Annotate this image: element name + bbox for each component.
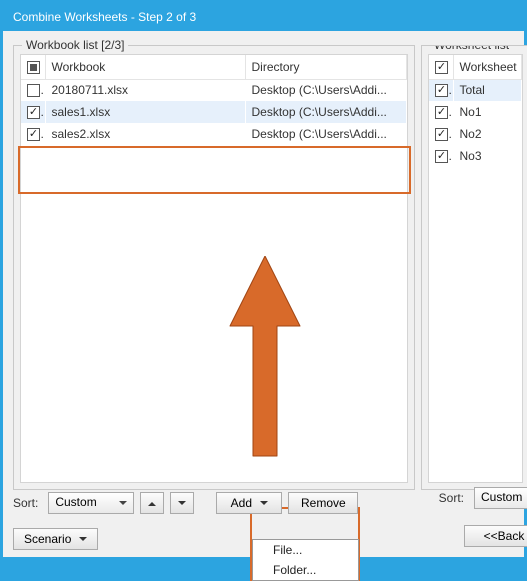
row-checkbox[interactable] [435,106,448,119]
sort-down-button[interactable] [170,492,194,514]
table-row[interactable]: sales1.xlsxDesktop (C:\Users\Addi... [21,101,407,123]
add-menu-folder[interactable]: Folder... [253,560,358,580]
window-title: Combine Worksheets - Step 2 of 3 [13,10,196,24]
workbook-dir-cell: Desktop (C:\Users\Addi... [245,123,407,145]
table-row[interactable]: No2 [429,123,522,145]
worksheet-sort-controls: Sort: Custom [439,487,527,509]
add-menu-file[interactable]: File... [253,540,358,560]
workbook-header-checkbox-cell[interactable] [21,55,45,79]
client-area: Workbook list [2/3] Workbook Directory 2… [3,31,524,557]
sort-select-value: Custom [55,495,96,509]
remove-button-label: Remove [301,496,346,510]
remove-button[interactable]: Remove [288,492,358,514]
worksheet-header-checkbox-cell[interactable] [429,55,453,79]
worksheet-list-group: Worksheet list [4/4 Worksheet TotalNo1No… [421,45,527,490]
back-button-label: <<Back [484,529,525,543]
window-titlebar: Combine Worksheets - Step 2 of 3 [3,3,524,31]
triangle-up-icon [148,498,156,506]
worksheet-name-cell: No2 [453,123,522,145]
row-checkbox[interactable] [435,84,448,97]
table-row[interactable]: Total [429,79,522,101]
workbook-header-directory[interactable]: Directory [245,55,407,79]
worksheet-sort-select[interactable]: Custom [474,487,527,509]
workbook-table: Workbook Directory 20180711.xlsxDesktop … [21,55,407,145]
row-checkbox[interactable] [27,128,40,141]
workbook-header-name[interactable]: Workbook [45,55,245,79]
table-row[interactable]: No3 [429,145,522,167]
worksheet-name-cell: No3 [453,145,522,167]
workbook-list-panel: Workbook Directory 20180711.xlsxDesktop … [20,54,408,483]
sort-up-button[interactable] [140,492,164,514]
workbook-dir-cell: Desktop (C:\Users\Addi... [245,79,407,101]
add-button-label: Add [231,496,252,510]
table-row[interactable]: sales2.xlsxDesktop (C:\Users\Addi... [21,123,407,145]
table-row[interactable]: No1 [429,101,522,123]
sort-label: Sort: [13,496,42,510]
back-button[interactable]: <<Back [464,525,527,547]
add-dropdown-menu: File... Folder... [252,539,359,581]
workbook-dir-cell: Desktop (C:\Users\Addi... [245,101,407,123]
row-checkbox[interactable] [27,84,40,97]
table-row[interactable]: 20180711.xlsxDesktop (C:\Users\Addi... [21,79,407,101]
worksheet-table: Worksheet TotalNo1No2No3 [429,55,522,167]
row-checkbox[interactable] [435,150,448,163]
workbook-name-cell: 20180711.xlsx [45,79,245,101]
worksheet-header-name[interactable]: Worksheet [453,55,522,79]
scenario-button[interactable]: Scenario [13,528,98,550]
workbook-list-group: Workbook list [2/3] Workbook Directory 2… [13,45,415,490]
workbook-list-legend: Workbook list [2/3] [22,38,128,52]
add-button[interactable]: Add [216,492,282,514]
scenario-button-label: Scenario [24,532,71,546]
checkbox-indeterminate-icon[interactable] [27,61,40,74]
row-checkbox[interactable] [435,128,448,141]
sort-select[interactable]: Custom [48,492,134,514]
workbook-name-cell: sales1.xlsx [45,101,245,123]
checkbox-checked-icon[interactable] [435,61,448,74]
worksheet-name-cell: No1 [453,101,522,123]
worksheet-sort-select-value: Custom [481,490,522,504]
triangle-down-icon [178,501,186,509]
worksheet-sort-label: Sort: [439,491,468,505]
workbook-name-cell: sales2.xlsx [45,123,245,145]
worksheet-list-panel: Worksheet TotalNo1No2No3 [428,54,523,483]
worksheet-name-cell: Total [453,79,522,101]
row-checkbox[interactable] [27,106,40,119]
